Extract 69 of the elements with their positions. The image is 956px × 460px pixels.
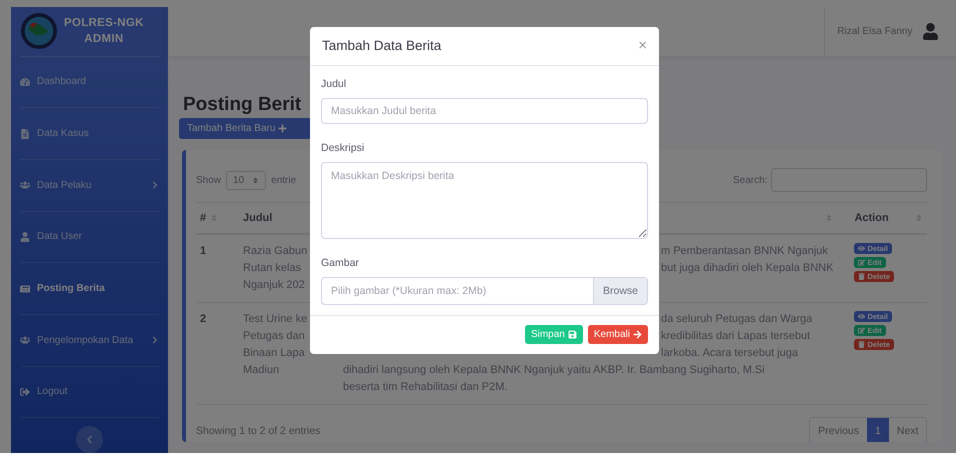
sort-icon xyxy=(825,214,834,222)
file-placeholder: Pilih gambar (*Ukuran max: 2Mb) xyxy=(330,284,488,299)
user-avatar-icon xyxy=(922,23,940,40)
users-icon xyxy=(20,180,30,190)
news-title-text: Petugas dan xyxy=(243,329,305,344)
news-title-text: Rutan kelas xyxy=(243,261,302,276)
page-button[interactable]: 1 xyxy=(867,418,889,442)
sidebar-item[interactable]: Data Pelaku xyxy=(20,160,159,212)
edit-icon xyxy=(858,327,866,334)
gauge-icon xyxy=(20,76,30,87)
show-label: Show xyxy=(196,174,222,186)
document-icon xyxy=(20,128,30,139)
news-description-text: but juga dihadiri oleh Kepala BNNK xyxy=(661,261,834,276)
news-description-text: da seluruh Petugas dan Warga xyxy=(661,312,812,327)
search-label: Search: xyxy=(732,174,768,186)
news-title-text: Madiun xyxy=(243,363,280,378)
plus-icon xyxy=(278,124,288,133)
sort-icon xyxy=(252,176,260,184)
eye-icon xyxy=(858,313,866,320)
row-number: 2 xyxy=(200,312,206,327)
save-icon xyxy=(568,330,577,339)
modal-title: Tambah Data Berita xyxy=(322,38,442,53)
edit-icon xyxy=(858,259,866,266)
column-header[interactable]: # xyxy=(196,203,239,235)
arrow-right-icon xyxy=(633,330,642,339)
users-icon xyxy=(20,335,30,346)
sidebar-item[interactable]: Data User xyxy=(20,212,159,264)
sidebar-item[interactable]: Pengelompokan Data xyxy=(20,314,159,366)
brand-title: ADMIN xyxy=(83,32,124,48)
field-label: Deskripsi xyxy=(321,142,366,154)
description-input-field[interactable]: Masukkan Deskripsi berita xyxy=(321,162,648,239)
page-title: Posting Berit xyxy=(183,94,302,116)
trash-icon xyxy=(858,341,866,348)
news-description-text: dihadiri langsung oleh Kepala BNNK Nganjuk yaitu AKBP. Ir. Bambang Sugiharto, M.Si xyxy=(343,363,765,378)
trash-icon xyxy=(858,273,866,280)
sidebar-item[interactable]: Data Kasus xyxy=(20,108,159,160)
image-file-field[interactable]: Pilih gambar (*Ukuran max: 2Mb) Browse xyxy=(321,277,648,305)
field-label: Gambar xyxy=(321,257,360,269)
close-button[interactable]: × xyxy=(638,37,647,54)
news-description-text: kredibilitas dari Lapas tersebut xyxy=(661,329,810,344)
news-title-text: Razia Gabun xyxy=(243,244,308,259)
news-description-text: m Pemberantasan BNNK Nganjuk xyxy=(661,244,828,259)
news-title-text: Binaan Lapa xyxy=(243,346,305,361)
title-input-field[interactable]: Masukkan Judul berita xyxy=(321,98,648,124)
sidebar-item[interactable]: Logout xyxy=(20,366,159,418)
news-title-text: Test Urine ke xyxy=(243,312,308,327)
news-title-text: Nganjuk 202 xyxy=(243,278,305,293)
sidebar-item[interactable]: Posting Berita xyxy=(20,263,159,315)
sidebar-item[interactable]: Dashboard xyxy=(20,56,159,108)
back-button[interactable]: Kembali xyxy=(588,325,648,344)
field-label: Judul xyxy=(321,78,348,90)
newspaper-icon xyxy=(20,284,30,294)
column-header[interactable]: Action xyxy=(837,203,928,235)
news-description-text: beserta tim Rehabilitasi dan P2M. xyxy=(343,380,508,395)
table-info: Showing 1 to 2 of 2 entries xyxy=(196,425,320,437)
eye-icon xyxy=(858,245,866,252)
entries-label: entrie xyxy=(271,174,296,186)
sort-icon xyxy=(915,214,924,222)
page-size-select[interactable]: 10 xyxy=(226,170,266,190)
user-name: Rizal Elsa Fanny xyxy=(824,7,912,56)
logo-icon xyxy=(20,12,58,50)
logout-icon xyxy=(20,386,30,397)
row-number: 1 xyxy=(200,244,206,259)
news-description-text: larkoba. Acara tersebut juga xyxy=(661,346,798,361)
browse-button[interactable]: Browse xyxy=(592,278,647,304)
brand-title: POLRES-NGK xyxy=(64,16,144,32)
save-button[interactable]: Simpan xyxy=(524,325,583,344)
sort-icon xyxy=(210,214,218,222)
user-icon xyxy=(20,232,30,242)
